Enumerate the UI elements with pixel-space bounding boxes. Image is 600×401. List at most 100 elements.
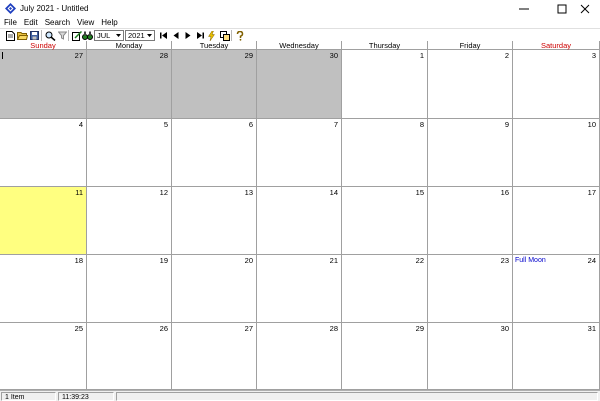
calendar-event[interactable]: Full Moon	[515, 256, 546, 265]
prev-icon[interactable]	[170, 30, 181, 41]
minimize-icon	[519, 8, 529, 9]
day-number: 4	[78, 120, 83, 129]
day-cell[interactable]: 30	[428, 323, 513, 390]
day-number: 15	[415, 188, 424, 197]
day-cell[interactable]: 7	[257, 119, 342, 187]
new-file-icon[interactable]	[5, 30, 16, 41]
close-button[interactable]	[570, 0, 600, 17]
chevron-down-icon	[146, 32, 153, 39]
window-title: July 2021 - Untitled	[20, 4, 89, 13]
day-number: 17	[587, 188, 596, 197]
day-cell[interactable]: 17	[513, 187, 600, 255]
month-select[interactable]: JUL	[94, 30, 124, 41]
day-number: 28	[159, 51, 168, 60]
menu-bar: File Edit Search View Help	[0, 16, 600, 28]
status-bar: 1 Item 11:39:23	[0, 390, 600, 401]
day-number: 6	[248, 120, 253, 129]
menu-edit[interactable]: Edit	[21, 17, 41, 28]
minimize-button[interactable]	[509, 0, 539, 17]
day-cell-other-month[interactable]: 28	[87, 50, 172, 119]
day-cell[interactable]: 29	[342, 323, 428, 390]
day-cell[interactable]: 13	[172, 187, 257, 255]
first-icon[interactable]	[158, 30, 169, 41]
day-cell[interactable]: 26	[87, 323, 172, 390]
menu-file[interactable]: File	[0, 17, 20, 28]
day-cell[interactable]: 6	[172, 119, 257, 187]
day-cell-today[interactable]: 11	[0, 187, 87, 255]
day-number: 11	[75, 188, 83, 197]
menu-view[interactable]: View	[74, 17, 97, 28]
day-number: 2	[504, 51, 509, 60]
day-cell[interactable]: 27	[172, 323, 257, 390]
save-icon[interactable]	[29, 30, 40, 41]
day-cell-other-month[interactable]: 27	[0, 50, 87, 119]
toolbar-separator	[41, 30, 42, 41]
day-number: 19	[159, 256, 168, 265]
month-calendar: Sunday Monday Tuesday Wednesday Thursday Frid…	[0, 41, 600, 390]
day-number: 16	[500, 188, 509, 197]
next-icon[interactable]	[182, 30, 193, 41]
day-header-friday: Friday	[428, 41, 513, 50]
close-icon	[580, 4, 590, 13]
filter-icon[interactable]	[57, 30, 68, 41]
menu-search[interactable]: Search	[42, 17, 73, 28]
day-cell[interactable]: 1	[342, 50, 428, 119]
toolbar-separator	[231, 30, 232, 41]
day-number: 20	[244, 256, 253, 265]
maximize-icon	[557, 4, 567, 13]
status-clock: 11:39:23	[58, 392, 114, 401]
last-icon[interactable]	[194, 30, 205, 41]
copy-icon[interactable]	[219, 30, 230, 41]
day-number: 26	[159, 324, 168, 333]
help-icon[interactable]	[234, 30, 245, 41]
day-number: 27	[74, 51, 83, 60]
menu-help[interactable]: Help	[98, 17, 120, 28]
day-cell[interactable]: 3	[513, 50, 600, 119]
day-number: 21	[329, 256, 338, 265]
day-number: 7	[333, 120, 338, 129]
day-cell[interactable]: 20	[172, 255, 257, 323]
day-cell[interactable]: 18	[0, 255, 87, 323]
month-select-value: JUL	[97, 31, 111, 40]
status-item-count: 1 Item	[1, 392, 56, 401]
day-cell[interactable]: 25	[0, 323, 87, 390]
day-header-sunday: Sunday	[0, 41, 87, 50]
day-cell-other-month[interactable]: 30	[257, 50, 342, 119]
day-cell[interactable]: 4	[0, 119, 87, 187]
day-cell[interactable]: 31	[513, 323, 600, 390]
open-folder-icon[interactable]	[17, 30, 28, 41]
year-select-value: 2021	[128, 31, 145, 40]
day-cell[interactable]: 19	[87, 255, 172, 323]
day-number: 22	[415, 256, 424, 265]
day-header-monday: Monday	[87, 41, 172, 50]
day-cell[interactable]: 14	[257, 187, 342, 255]
day-cell[interactable]: 12	[87, 187, 172, 255]
day-cell[interactable]: 2	[428, 50, 513, 119]
edit-note-icon[interactable]	[71, 30, 82, 41]
day-cell[interactable]: 21	[257, 255, 342, 323]
day-number: 28	[329, 324, 338, 333]
day-cell[interactable]: 22	[342, 255, 428, 323]
day-cell[interactable]: 5	[87, 119, 172, 187]
binoculars-icon[interactable]	[82, 30, 93, 41]
day-cell[interactable]: 23	[428, 255, 513, 323]
day-cell[interactable]: 28	[257, 323, 342, 390]
day-cell[interactable]: 24 Full Moon	[513, 255, 600, 323]
day-cell[interactable]: 8	[342, 119, 428, 187]
app-diamond-icon[interactable]	[5, 3, 16, 14]
day-cell-other-month[interactable]: 29	[172, 50, 257, 119]
day-cell[interactable]: 16	[428, 187, 513, 255]
year-select[interactable]: 2021	[125, 30, 155, 41]
day-header-tuesday: Tuesday	[172, 41, 257, 50]
day-header-thursday: Thursday	[342, 41, 428, 50]
day-number: 29	[415, 324, 424, 333]
day-cell[interactable]: 15	[342, 187, 428, 255]
day-header-saturday: Saturday	[513, 41, 600, 50]
day-number: 3	[591, 51, 596, 60]
day-cell[interactable]: 9	[428, 119, 513, 187]
find-icon[interactable]	[45, 30, 56, 41]
text-caret	[2, 52, 3, 59]
day-cell[interactable]: 10	[513, 119, 600, 187]
day-number: 5	[163, 120, 168, 129]
lightning-icon[interactable]	[206, 30, 217, 41]
